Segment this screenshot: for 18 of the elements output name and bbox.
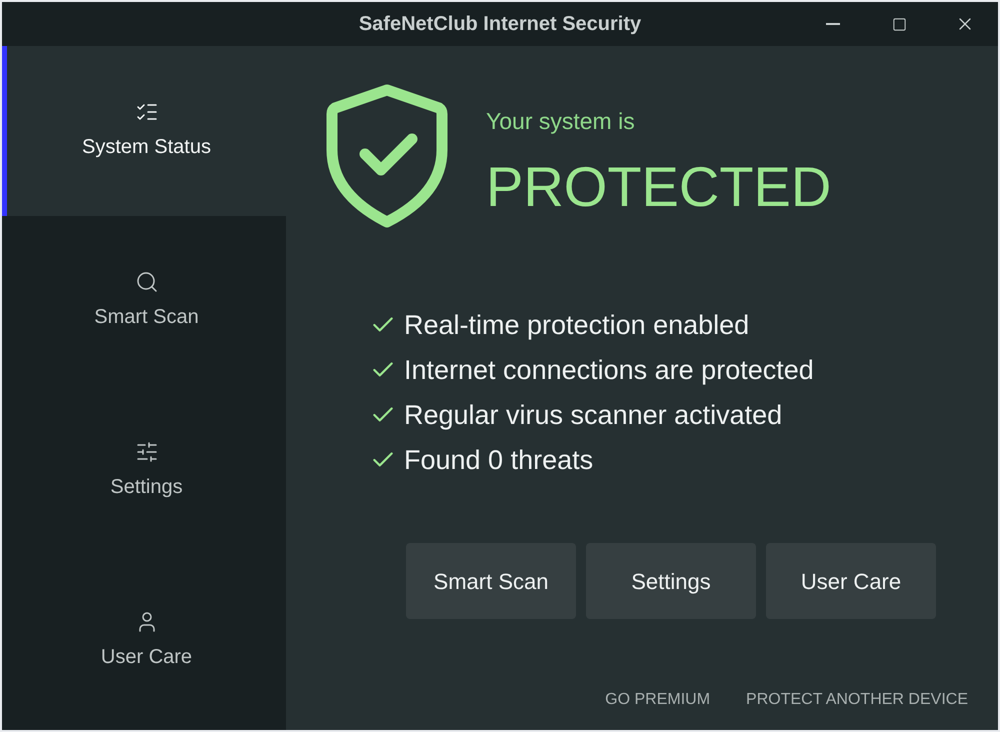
action-button[interactable]: User Care — [766, 543, 936, 619]
search-icon — [134, 270, 158, 294]
shield-check-icon — [326, 84, 448, 228]
footer-link[interactable]: GO PREMIUM — [605, 688, 710, 712]
window-title: SafeNetClub Internet Security — [358, 12, 642, 37]
check-item: Real-time protection enabled — [404, 309, 750, 342]
check-item: Regular virus scanner activated — [404, 399, 782, 432]
minimize-icon — [826, 23, 840, 25]
status-intro: Your system is — [486, 107, 636, 136]
action-button[interactable]: Settings — [586, 543, 756, 619]
status-headline: PROTECTED — [486, 158, 832, 214]
action-button[interactable]: Smart Scan — [406, 543, 576, 619]
sidebar-item[interactable]: System Status — [2, 46, 286, 216]
maximize-icon — [892, 16, 906, 32]
check-item: Found 0 threats — [404, 444, 594, 477]
footer-link[interactable]: PROTECT ANOTHER DEVICE — [746, 688, 968, 712]
sliders-icon — [134, 440, 158, 464]
check-item: Internet connections are protected — [404, 354, 814, 387]
